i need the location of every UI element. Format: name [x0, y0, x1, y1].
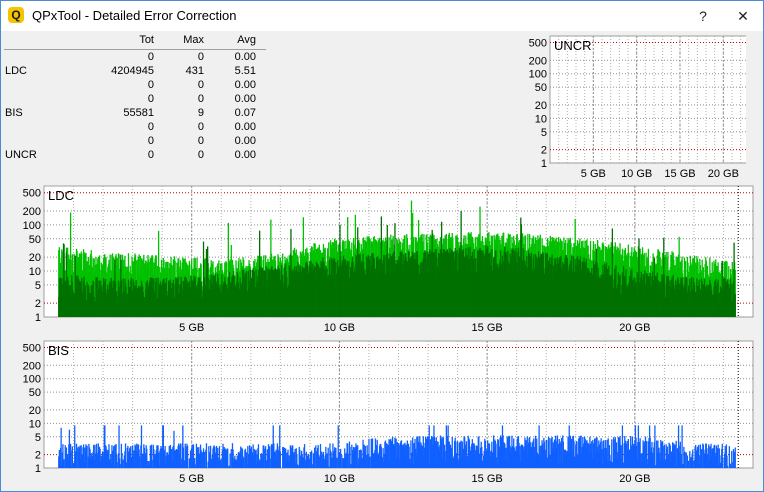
- y-tick-label: 5: [541, 127, 547, 139]
- y-tick-label: 500: [23, 188, 41, 200]
- header-tot: Tot: [139, 34, 154, 46]
- y-tick-label: 2: [541, 145, 547, 157]
- stats-cell-max: 0: [197, 149, 204, 161]
- stats-row: BIS 55581 9 0.07: [4, 107, 266, 121]
- x-tick-label: 5 GB: [581, 168, 606, 180]
- stats-cell-tot: 0: [147, 135, 154, 147]
- stats-row: UNCR 0 0 0.00: [4, 149, 266, 163]
- stats-cell-tot: 0: [147, 149, 154, 161]
- stats-row: 0 0 0.00: [4, 79, 266, 93]
- y-tick-label: 200: [23, 360, 41, 372]
- window-title: QPxTool - Detailed Error Correction: [32, 8, 237, 23]
- stats-cell-avg: 5.51: [234, 65, 256, 77]
- header-avg: Avg: [237, 34, 256, 46]
- x-tick-label: 10 GB: [621, 168, 652, 180]
- stats-cell-avg: 0.00: [234, 135, 256, 147]
- y-tick-label: 20: [535, 100, 547, 112]
- y-tick-label: 200: [23, 206, 41, 218]
- stats-cell-max: 431: [185, 65, 204, 77]
- x-tick-label: 15 GB: [472, 473, 503, 485]
- stats-cell-max: 0: [197, 51, 204, 63]
- chart-label: UNCR: [554, 38, 592, 53]
- stats-cell-tot: 0: [147, 51, 154, 63]
- stats-cell-avg: 0.00: [234, 93, 256, 105]
- y-tick-label: 200: [529, 55, 547, 67]
- y-tick-label: 10: [29, 266, 41, 278]
- stats-divider: [4, 49, 266, 50]
- stats-header-row: Tot Max Avg: [4, 34, 266, 48]
- stats-cell-label: BIS: [5, 107, 23, 119]
- stats-cell-tot: 0: [147, 79, 154, 91]
- stats-cell-avg: 0.07: [234, 107, 256, 119]
- x-tick-label: 20 GB: [708, 168, 739, 180]
- stats-cell-tot: 0: [147, 121, 154, 133]
- stats-cell-label: LDC: [5, 65, 28, 77]
- stats-cell-tot: 0: [147, 93, 154, 105]
- x-tick-label: 5 GB: [179, 322, 204, 334]
- plot-area: [549, 35, 746, 164]
- stats-cell-avg: 0.00: [234, 79, 256, 91]
- y-tick-label: 2: [35, 450, 41, 462]
- x-tick-label: 20 GB: [619, 322, 650, 334]
- y-tick-label: 100: [529, 69, 547, 81]
- stats-cell-avg: 0.00: [234, 51, 256, 63]
- y-tick-label: 20: [29, 405, 41, 417]
- x-tick-label: 15 GB: [664, 168, 695, 180]
- y-tick-label: 10: [535, 113, 547, 125]
- stats-row: LDC 4204945 431 5.51: [4, 65, 266, 79]
- bis-chart: 5002001005020105215 GB 10 GB 15 GB 20 GBBIS: [23, 340, 754, 485]
- y-tick-label: 1: [541, 158, 547, 170]
- stats-cell-label: UNCR: [5, 149, 37, 161]
- stats-cell-tot: 55581: [123, 107, 154, 119]
- y-tick-label: 500: [529, 38, 547, 50]
- x-tick-label: 5 GB: [179, 473, 204, 485]
- y-tick-label: 100: [23, 374, 41, 386]
- chart-label: BIS: [48, 343, 69, 358]
- stats-cell-max: 0: [197, 79, 204, 91]
- stats-row: 0 0 0.00: [4, 135, 266, 149]
- y-tick-label: 500: [23, 343, 41, 355]
- stats-row: 0 0 0.00: [4, 93, 266, 107]
- stats-cell-avg: 0.00: [234, 121, 256, 133]
- stats-cell-avg: 0.00: [234, 149, 256, 161]
- stats-table: Tot Max Avg 0 0 0.00 LDC 4204945 431 5.51 0 0 0.0…: [4, 34, 266, 163]
- application-window: Q QPxTool - Detailed Error Correction ? …: [0, 0, 764, 492]
- y-tick-label: 50: [29, 387, 41, 399]
- x-tick-label: 20 GB: [619, 473, 650, 485]
- y-tick-label: 20: [29, 252, 41, 264]
- y-tick-label: 5: [35, 432, 41, 444]
- title-bar[interactable]: Q QPxTool - Detailed Error Correction ? …: [1, 1, 763, 31]
- y-tick-label: 5: [35, 280, 41, 292]
- y-tick-label: 50: [535, 82, 547, 94]
- header-max: Max: [183, 34, 204, 46]
- stats-cell-max: 0: [197, 93, 204, 105]
- y-tick-label: 1: [35, 312, 41, 324]
- y-tick-label: 1: [35, 463, 41, 475]
- ldc-chart: 5002001005020105215 GB 10 GB 15 GB 20 GBLDC: [23, 185, 754, 334]
- y-tick-label: 50: [29, 234, 41, 246]
- x-tick-label: 15 GB: [472, 322, 503, 334]
- stats-cell-max: 9: [197, 107, 204, 119]
- close-button[interactable]: ✕: [723, 1, 763, 31]
- help-button[interactable]: ?: [683, 1, 723, 31]
- y-tick-label: 2: [35, 298, 41, 310]
- stats-cell-max: 0: [197, 121, 204, 133]
- chart-label: LDC: [48, 188, 74, 203]
- app-icon: Q: [8, 7, 24, 23]
- stats-row: 0 0 0.00: [4, 121, 266, 135]
- stats-cell-max: 0: [197, 135, 204, 147]
- x-tick-label: 10 GB: [324, 473, 355, 485]
- stats-row: 0 0 0.00: [4, 51, 266, 65]
- y-tick-label: 10: [29, 418, 41, 430]
- stats-cell-tot: 4204945: [111, 65, 154, 77]
- y-tick-label: 100: [23, 220, 41, 232]
- x-tick-label: 10 GB: [324, 322, 355, 334]
- uncr-chart: 5002001005020105215 GB 10 GB 15 GB 20 GBUNC…: [529, 35, 746, 180]
